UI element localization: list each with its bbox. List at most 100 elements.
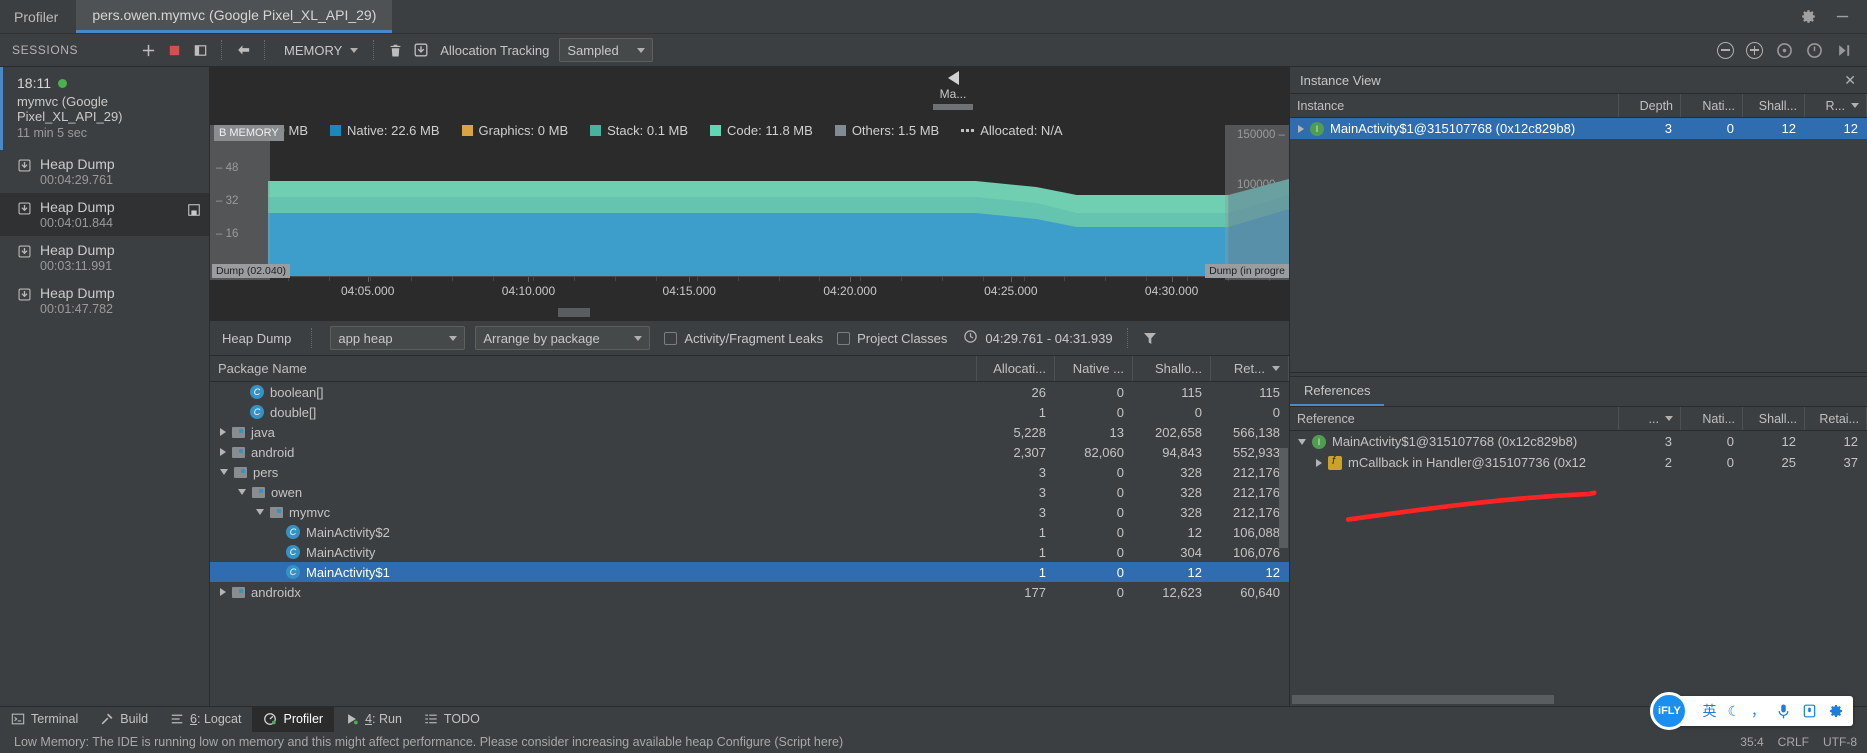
reference-column-header[interactable]: Retai... bbox=[1805, 407, 1867, 430]
table-row[interactable]: I MainActivity$1@315107768 (0x12c829b8) 3 0… bbox=[1290, 431, 1867, 452]
session-header[interactable]: 18:11 mymvc (Google Pixel_XL_API_29) 11 … bbox=[0, 67, 209, 150]
minimize-icon[interactable] bbox=[1833, 8, 1851, 26]
instance-column-header[interactable]: Shall... bbox=[1743, 94, 1805, 117]
instance-column-header[interactable]: Depth bbox=[1619, 94, 1681, 117]
chevron-right-icon[interactable] bbox=[1316, 458, 1322, 467]
back-arrow-icon[interactable] bbox=[230, 38, 256, 62]
heap-select[interactable]: app heap bbox=[330, 326, 466, 350]
project-classes-checkbox[interactable]: Project Classes bbox=[837, 331, 947, 346]
table-row[interactable]: pers 3 0 328 212,176 bbox=[210, 462, 1289, 482]
reference-column-header[interactable]: Shall... bbox=[1743, 407, 1805, 430]
heap-table-vscrollbar-thumb[interactable] bbox=[1279, 448, 1288, 548]
session-heap-dump-item[interactable]: Heap Dump 00:01:47.782 bbox=[0, 279, 209, 322]
reset-zoom-icon[interactable] bbox=[1775, 41, 1793, 59]
tool-window-button-profiler[interactable]: Profiler bbox=[252, 706, 335, 732]
heap-column-header[interactable]: Shallo... bbox=[1133, 356, 1211, 381]
tool-window-button-todo[interactable]: TODO bbox=[413, 707, 491, 732]
status-bar-indicator[interactable]: UTF-8 bbox=[1823, 735, 1857, 749]
gear-icon[interactable] bbox=[1828, 703, 1844, 719]
zoom-out-icon[interactable] bbox=[1717, 41, 1734, 59]
chevron-right-icon[interactable] bbox=[220, 448, 226, 456]
reference-column-header[interactable]: Reference bbox=[1290, 407, 1619, 430]
table-row[interactable]: I MainActivity$1@315107768 (0x12c829b8) 3 0… bbox=[1290, 118, 1867, 139]
close-icon[interactable]: ✕ bbox=[1841, 72, 1859, 89]
reference-column-header[interactable]: ... bbox=[1619, 407, 1681, 430]
trash-icon[interactable] bbox=[382, 38, 408, 62]
memory-timeline[interactable]: Ma... Java: 9 MBNative: 22.6 MBGraphics:… bbox=[210, 67, 1289, 320]
table-row[interactable]: mymvc 3 0 328 212,176 bbox=[210, 502, 1289, 522]
session-heap-dump-item[interactable]: Heap Dump 00:04:01.844 bbox=[0, 193, 209, 236]
table-row[interactable]: C MainActivity$2 1 0 12 106,088 bbox=[210, 522, 1289, 542]
chevron-right-icon[interactable] bbox=[220, 588, 226, 596]
table-row[interactable]: mCallback in Handler@315107736 (0x12 2 0 25… bbox=[1290, 452, 1867, 473]
tool-window-button-terminal[interactable]: Terminal bbox=[0, 707, 89, 732]
timeline-hscrollbar[interactable] bbox=[268, 308, 1289, 317]
allocation-tracking-select[interactable]: Sampled bbox=[559, 38, 654, 62]
plus-icon[interactable] bbox=[135, 38, 161, 62]
table-row[interactable]: java 5,228 13 202,658 566,138 bbox=[210, 422, 1289, 442]
references-hscrollbar-thumb[interactable] bbox=[1292, 695, 1554, 704]
heap-column-header[interactable]: Package Name bbox=[210, 356, 977, 381]
export-capture-icon[interactable] bbox=[187, 203, 201, 220]
heap-table-vscrollbar[interactable] bbox=[1279, 382, 1288, 706]
heap-row-value: 12 bbox=[1187, 524, 1202, 540]
allocation-tracking-label: Allocation Tracking bbox=[440, 42, 550, 58]
chevron-down-icon[interactable] bbox=[256, 509, 264, 515]
heap-row-label: MainActivity$2 bbox=[306, 524, 390, 540]
chevron-right-icon[interactable] bbox=[1298, 124, 1304, 133]
microphone-icon[interactable] bbox=[1776, 703, 1791, 720]
reference-row-value: 37 bbox=[1843, 455, 1858, 470]
tool-window-button-run[interactable]: 4: Run bbox=[334, 707, 413, 732]
table-row[interactable]: C MainActivity 1 0 304 106,076 bbox=[210, 542, 1289, 562]
status-bar-indicator[interactable]: CRLF bbox=[1778, 735, 1809, 749]
voice-input-panel-icon[interactable] bbox=[1802, 703, 1817, 719]
attach-to-live-icon[interactable] bbox=[1805, 41, 1823, 59]
heap-column-header[interactable]: Allocati... bbox=[977, 356, 1055, 381]
heap-row-value: 106,088 bbox=[1233, 524, 1280, 540]
panel-layout-icon[interactable] bbox=[187, 38, 213, 62]
activity-fragment-leaks-checkbox[interactable]: Activity/Fragment Leaks bbox=[664, 331, 823, 346]
instance-column-header[interactable]: R... bbox=[1805, 94, 1867, 117]
chevron-down-icon[interactable] bbox=[1298, 438, 1306, 445]
session-item-time: 00:04:29.761 bbox=[40, 173, 113, 187]
heap-row-label: MainActivity bbox=[306, 544, 376, 560]
stop-record-icon[interactable] bbox=[161, 38, 187, 62]
instance-column-header[interactable]: Nati... bbox=[1681, 94, 1743, 117]
heap-column-header[interactable]: Ret... bbox=[1211, 356, 1289, 381]
table-row[interactable]: Cboolean[] 26 0 115 115 bbox=[210, 382, 1289, 402]
reference-row-value: 0 bbox=[1726, 434, 1734, 449]
tab-references[interactable]: References bbox=[1290, 377, 1385, 406]
timeline-hscrollbar-thumb[interactable] bbox=[558, 308, 590, 317]
stage-selector[interactable]: MEMORY bbox=[277, 38, 365, 62]
chevron-down-icon[interactable] bbox=[220, 469, 228, 475]
table-row[interactable]: Cdouble[] 1 0 0 0 bbox=[210, 402, 1289, 422]
tool-window-button-logcat[interactable]: 6: Logcat bbox=[159, 707, 252, 732]
ifly-logo-icon[interactable]: iFLY bbox=[1650, 692, 1689, 730]
punctuation-icon[interactable]: ， bbox=[1751, 701, 1765, 721]
tab-process[interactable]: pers.owen.mymvc (Google Pixel_XL_API_29) bbox=[76, 0, 393, 33]
moon-icon[interactable]: ☾ bbox=[1727, 703, 1740, 720]
chinese-english-toggle-icon[interactable]: 英 bbox=[1702, 701, 1716, 721]
heap-dump-icon[interactable] bbox=[408, 38, 434, 62]
gear-icon[interactable] bbox=[1799, 8, 1817, 26]
chevron-down-icon[interactable] bbox=[238, 489, 246, 495]
session-heap-dump-item[interactable]: Heap Dump 00:03:11.991 bbox=[0, 236, 209, 279]
jump-to-end-icon[interactable] bbox=[1835, 41, 1853, 59]
table-row[interactable]: android 2,307 82,060 94,843 552,933 bbox=[210, 442, 1289, 462]
table-row[interactable]: androidx 177 0 12,623 60,640 bbox=[210, 582, 1289, 602]
time-axis-minor-tick bbox=[860, 277, 862, 281]
status-bar-indicator[interactable]: 35:4 bbox=[1740, 735, 1763, 749]
chevron-right-icon[interactable] bbox=[220, 428, 226, 436]
session-heap-dump-item[interactable]: Heap Dump 00:04:29.761 bbox=[0, 150, 209, 193]
reference-column-header[interactable]: Nati... bbox=[1681, 407, 1743, 430]
heap-column-header[interactable]: Native ... bbox=[1055, 356, 1133, 381]
arrange-select[interactable]: Arrange by package bbox=[475, 326, 651, 350]
time-axis-minor-tick bbox=[696, 277, 698, 281]
zoom-in-icon[interactable] bbox=[1746, 41, 1763, 59]
table-row[interactable]: owen 3 0 328 212,176 bbox=[210, 482, 1289, 502]
table-row[interactable]: C MainActivity$1 1 0 12 12 bbox=[210, 562, 1289, 582]
reference-row-name-cell: mCallback in Handler@315107736 (0x12 bbox=[1290, 455, 1619, 470]
instance-column-header[interactable]: Instance bbox=[1290, 94, 1619, 117]
tool-window-button-build[interactable]: Build bbox=[89, 707, 159, 732]
filter-icon[interactable] bbox=[1142, 330, 1172, 346]
